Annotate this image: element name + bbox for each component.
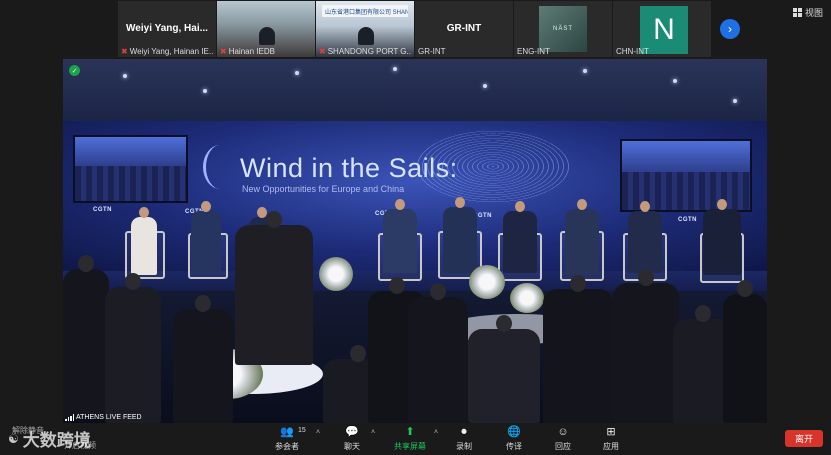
participant-label: GR-INT (418, 47, 446, 56)
audience-member (468, 315, 540, 423)
mic-muted-icon: ✖ (319, 47, 326, 56)
flower-centerpiece (319, 257, 353, 291)
participant-strip: Weiyi Yang, Hai... ✖ Weiyi Yang, Hainan I… (0, 0, 831, 58)
share-screen-button[interactable]: ⬆ 共享屏幕 (394, 426, 426, 452)
translate-icon: 🌐 (507, 426, 521, 438)
panelist (703, 199, 741, 275)
signal-strength-icon (65, 414, 74, 421)
chevron-up-icon[interactable]: ˄ (434, 429, 438, 436)
side-screen-left (73, 135, 188, 203)
side-screen-right (620, 139, 752, 212)
audience-member (173, 295, 233, 423)
panelist (565, 199, 599, 275)
audience-member (63, 255, 109, 419)
mic-muted-icon: ✖ (220, 47, 227, 56)
view-button[interactable]: 视图 (793, 6, 823, 19)
participant-label: ✖ Hainan IEDB (220, 47, 275, 56)
audience-member (105, 273, 161, 423)
participant-tile-hainan-iedb[interactable]: ✖ Hainan IEDB (217, 1, 315, 57)
participant-label: CHN-INT (616, 47, 649, 56)
panelist (628, 201, 662, 273)
feed-name: ATHENS LIVE FEED (76, 414, 142, 421)
panelist (383, 199, 417, 273)
banner-wave-graphic (413, 129, 573, 204)
participant-tile-shandong-port[interactable]: 山东省港口集团有限公司 SHANDONG PORT GROUP CO.,LTD.… (316, 1, 414, 57)
view-label: 视图 (805, 8, 824, 18)
arrow-right-icon: › (728, 22, 732, 36)
reactions-icon: ☺ (557, 426, 569, 438)
participant-label: ✖ SHANDONG PORT G... (319, 47, 411, 56)
panelist (443, 197, 477, 273)
participants-button[interactable]: 👥 参会者 (275, 426, 299, 452)
chevron-up-icon[interactable]: ˄ (371, 429, 375, 436)
watermark: ☯ 大数跨境 (8, 431, 91, 451)
participant-label: ENG-INT (517, 47, 550, 56)
flower-centerpiece (469, 265, 505, 299)
participant-tile-eng-int[interactable]: NÄST ENG-INT (514, 1, 612, 57)
participant-avatar-image: NÄST (539, 6, 587, 52)
interpretation-button[interactable]: 🌐 传译 (506, 426, 522, 452)
encryption-shield-icon[interactable]: ✓ (69, 65, 80, 76)
meeting-toolbar: 解除静音 开启视频 👥 参会者 15 ˄ 💬 聊天 ˄ ⬆ 共享屏幕 ˄ ⏺ 录… (0, 424, 831, 455)
flower-centerpiece (510, 283, 544, 313)
participant-label: ✖ Weiyi Yang, Hainan IE... (121, 47, 213, 56)
participant-video (358, 27, 374, 45)
watermark-logo-icon: ☯ (8, 431, 19, 446)
banner-logo-arc (203, 145, 237, 189)
cgtn-logo: CGTN (678, 217, 697, 223)
zoom-meeting-window: Weiyi Yang, Hai... ✖ Weiyi Yang, Hainan I… (0, 0, 831, 455)
next-page-button[interactable]: › (720, 19, 740, 39)
record-button[interactable]: ⏺ 录制 (456, 426, 472, 452)
participant-tile-chn-int[interactable]: N CHN-INT (613, 1, 711, 57)
participant-tile-weiyi-yang[interactable]: Weiyi Yang, Hai... ✖ Weiyi Yang, Hainan I… (118, 1, 216, 57)
chat-button[interactable]: 💬 聊天 (344, 426, 360, 452)
chevron-up-icon[interactable]: ˄ (316, 429, 320, 436)
audience-member-standing (235, 211, 313, 365)
audience-member (613, 269, 679, 423)
participants-icon: 👥 (280, 426, 294, 438)
mic-muted-icon: ✖ (121, 47, 128, 56)
cgtn-logo: CGTN (93, 207, 112, 213)
apps-button[interactable]: ⊞ 应用 (603, 426, 619, 452)
record-icon: ⏺ (461, 426, 467, 438)
grid-view-icon (793, 8, 802, 17)
participant-name-large: Weiyi Yang, Hai... (126, 23, 208, 34)
participant-count: 15 (298, 427, 306, 434)
chat-icon: 💬 (345, 426, 359, 438)
participant-name-large: GR-INT (446, 23, 482, 34)
audience-member (408, 283, 468, 423)
reactions-button[interactable]: ☺ 回应 (555, 426, 571, 452)
leave-meeting-button[interactable]: 离开 (785, 430, 823, 447)
feed-label: ATHENS LIVE FEED (65, 414, 142, 421)
audience-member (723, 280, 767, 423)
panelist (191, 201, 221, 273)
audience-member (543, 275, 613, 423)
participant-video (259, 27, 275, 45)
main-video-feed: Wind in the Sails: New Opportunities for… (63, 59, 767, 423)
banner-subtitle: New Opportunities for Europe and China (242, 184, 405, 194)
ceiling (63, 59, 767, 121)
participant-tile-gr-int[interactable]: GR-INT GR-INT (415, 1, 513, 57)
share-screen-icon: ⬆ (405, 426, 415, 438)
panelist (503, 201, 537, 273)
panelist (131, 207, 157, 275)
shandong-port-logo: 山东省港口集团有限公司 SHANDONG PORT GROUP CO.,LTD. (322, 5, 408, 17)
apps-icon: ⊞ (606, 426, 616, 438)
